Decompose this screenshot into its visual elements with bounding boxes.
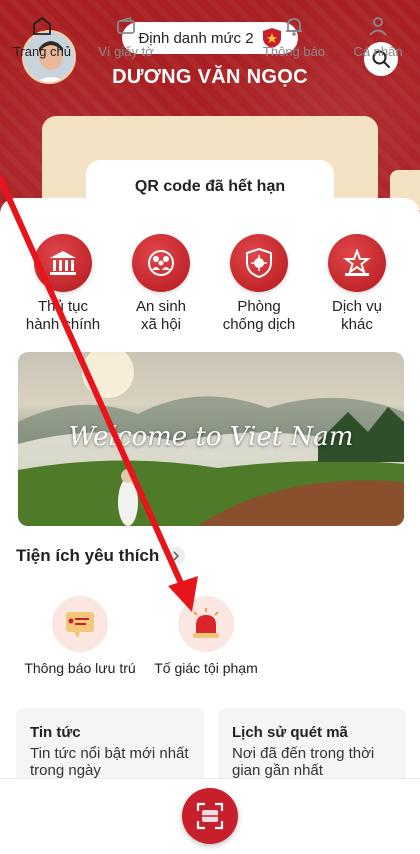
welcome-banner[interactable]: Welcome to Viet Nam <box>18 352 404 526</box>
service-social-security[interactable]: An sinh xã hội <box>112 234 210 344</box>
scan-history-description: Nơi đã đến trong thời gian gần nhất <box>232 745 375 779</box>
services-row: Thủ tục hành chính An sinh xã hội Phòng … <box>14 234 406 344</box>
service-label: An sinh xã hội <box>135 298 187 333</box>
favorites-title: Tiện ích yêu thích <box>16 546 160 565</box>
favorite-residence-notice[interactable]: Thông báo lưu trú <box>10 596 150 676</box>
user-name: DƯƠNG VĂN NGỌC <box>112 66 308 88</box>
news-title: Tin tức <box>30 724 81 741</box>
service-epidemic-prevention[interactable]: Phòng chống dịch <box>210 234 308 344</box>
nav-wallet-label: Ví giấy tờ <box>98 44 154 59</box>
news-card[interactable]: Tin tức Tin tức nổi bật mới nhất trong n… <box>16 708 204 788</box>
nav-wallet[interactable]: Ví giấy tờ <box>84 14 168 59</box>
favorite-label: Thông báo lưu trú <box>24 660 136 676</box>
star-podium-icon <box>328 234 386 292</box>
service-label: Thủ tục hành chính <box>25 298 101 333</box>
wallet-icon <box>117 17 135 34</box>
nav-profile-label: Cá nhân <box>353 44 403 59</box>
service-label: Dịch vụ khác <box>331 298 383 333</box>
notice-board-icon <box>52 596 108 652</box>
qr-scan-icon <box>196 802 224 830</box>
user-icon <box>369 17 387 36</box>
scan-history-card[interactable]: Lịch sử quét mã Nơi đã đến trong thời gi… <box>218 708 406 788</box>
favorite-label: Tố giác tội phạm <box>154 660 258 676</box>
banner-welcome-text: Welcome to Viet Nam <box>68 422 354 452</box>
favorites-section[interactable]: Tiện ích yêu thích <box>16 546 186 566</box>
service-label: Phòng chống dịch <box>222 298 296 333</box>
nav-profile[interactable]: Cá nhân <box>336 14 420 59</box>
favorite-crime-report[interactable]: Tố giác tội phạm <box>136 596 276 676</box>
service-other[interactable]: Dịch vụ khác <box>308 234 406 344</box>
chevron-right-icon <box>167 547 186 565</box>
nav-notifications-label: Thông báo <box>262 44 326 59</box>
home-icon <box>33 16 51 35</box>
nav-notifications[interactable]: Thông báo <box>252 14 336 59</box>
service-administrative[interactable]: Thủ tục hành chính <box>14 234 112 344</box>
scan-history-title: Lịch sử quét mã <box>232 724 348 741</box>
qr-scan-button[interactable] <box>182 788 238 844</box>
family-icon <box>132 234 190 292</box>
news-description: Tin tức nổi bật mới nhất trong ngày <box>30 745 189 779</box>
nav-home-label: Trang chủ <box>12 44 72 59</box>
virus-shield-icon <box>230 234 288 292</box>
siren-icon <box>178 596 234 652</box>
bell-icon <box>286 18 302 36</box>
government-building-icon <box>34 234 92 292</box>
nav-home[interactable]: Trang chủ <box>0 14 84 59</box>
qr-status-text: QR code đã hết hạn <box>134 178 286 195</box>
